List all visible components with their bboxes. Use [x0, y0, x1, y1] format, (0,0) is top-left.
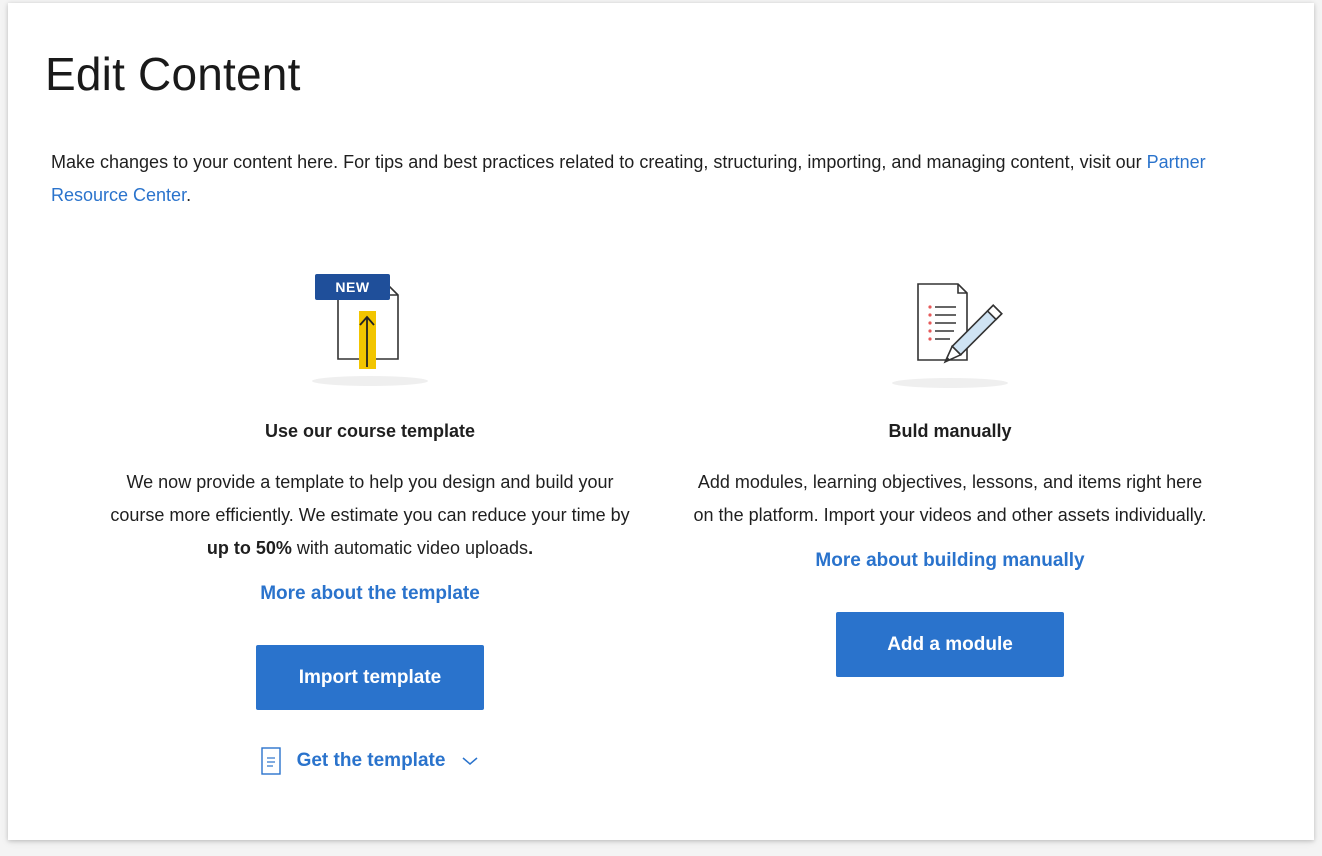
template-description: We now provide a template to help you de… [110, 466, 630, 565]
chevron-down-icon [461, 755, 479, 767]
new-badge-label: NEW [335, 279, 370, 295]
page-title: Edit Content [45, 48, 301, 100]
intro-text: Make changes to your content here. For t… [51, 146, 1271, 212]
template-desc-end: . [528, 538, 534, 558]
manual-description: Add modules, learning objectives, lesson… [693, 472, 1207, 525]
more-about-template-link[interactable]: More about the template [260, 583, 480, 605]
document-icon [260, 747, 281, 775]
edit-content-panel: Edit Content Make changes to your conten… [8, 3, 1314, 840]
template-option: NEW Use our course template We now provi… [90, 265, 650, 775]
template-desc-bold: up to 50% [206, 538, 292, 558]
template-upload-illustration: NEW [90, 265, 650, 389]
template-desc-post: with automatic video uploads [291, 538, 529, 558]
template-heading: Use our course template [264, 421, 476, 441]
add-module-button[interactable]: Add a module [836, 612, 1064, 677]
manual-build-illustration [670, 265, 1230, 389]
get-template-toggle[interactable]: Get the template [90, 747, 650, 775]
new-badge: NEW [315, 274, 390, 300]
document-pencil-icon [892, 283, 1008, 388]
import-template-button[interactable]: Import template [256, 645, 484, 710]
manual-option: Buld manually Add modules, learning obje… [670, 265, 1230, 677]
more-about-manual-link[interactable]: More about building manually [815, 550, 1084, 572]
intro-period: . [186, 185, 192, 205]
get-template-label: Get the template [296, 750, 446, 771]
manual-heading: Buld manually [888, 421, 1012, 441]
intro-body: Make changes to your content here. For t… [51, 152, 1147, 172]
template-desc-pre: We now provide a template to help you de… [110, 472, 630, 525]
